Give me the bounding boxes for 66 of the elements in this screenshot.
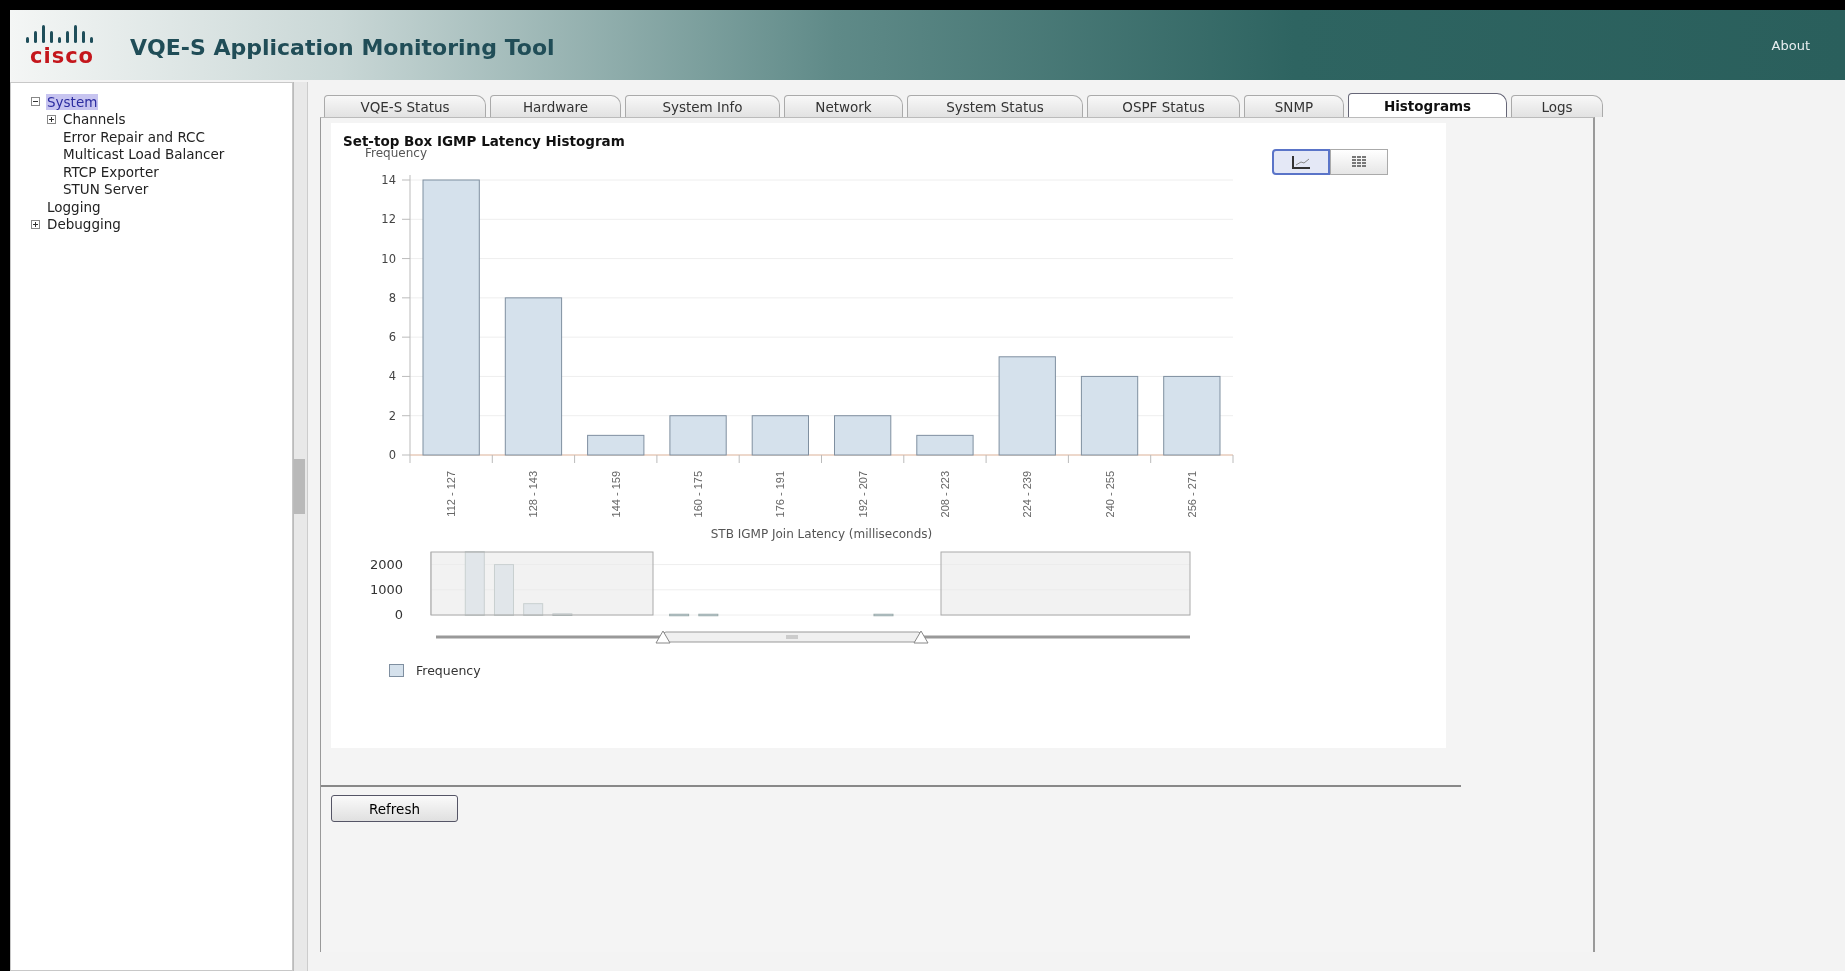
y-tick-label: 14 [381,173,396,187]
collapse-icon[interactable] [31,97,40,107]
x-tick-label: 112 - 127 [445,471,458,517]
tree-item[interactable]: Debugging [46,216,122,233]
x-tick-label: 160 - 175 [692,471,705,518]
tab[interactable]: Histograms [1348,93,1507,117]
grid-icon [1349,155,1369,169]
x-tick-label: 128 - 143 [527,471,540,518]
histogram-bar [751,415,809,456]
overview-bar [873,613,894,617]
overview-bar [669,613,690,617]
legend-label: Frequency [416,663,481,678]
app-title: VQE-S Application Monitoring Tool [130,34,555,60]
x-tick-label: 240 - 255 [1103,471,1116,518]
tree-item[interactable]: Logging [46,198,102,215]
overview-bar [698,613,719,617]
tree-item[interactable]: Multicast Load Balancer [62,146,226,163]
histogram-bar [916,434,974,456]
x-tick-label: 192 - 207 [856,471,869,518]
tree-item[interactable]: RTCP Exporter [62,163,160,180]
chart-title: Set-top Box IGMP Latency Histogram [343,133,626,149]
y-tick-label: 0 [394,607,403,622]
y-tick-label: 2000 [369,556,403,572]
y-axis [430,551,432,616]
tree-item[interactable]: Channels [62,111,127,128]
table-view-button[interactable] [1330,149,1388,175]
x-tick-label: 224 - 239 [1021,471,1034,518]
tab[interactable]: SNMP [1244,95,1344,117]
histogram-bar [669,415,727,456]
histogram-bar [834,415,892,456]
tab[interactable]: System Info [625,95,780,117]
tab[interactable]: System Status [907,95,1083,117]
about-link[interactable]: About [1771,38,1810,53]
tab[interactable]: Network [784,95,903,117]
x-tick-label: 256 - 271 [1185,471,1198,518]
tab[interactable]: Hardware [490,95,621,117]
y-tick-label: 10 [381,251,396,266]
expand-icon[interactable] [31,219,40,229]
tree-item[interactable]: System [46,93,99,110]
y-tick-label: 6 [388,330,396,345]
x-tick-label: 144 - 159 [609,471,622,518]
splitter-handle[interactable] [294,459,305,514]
y-tick-label: 1000 [369,581,403,597]
overview-bar [552,613,573,616]
x-tick-label: 176 - 191 [774,471,787,518]
x-tick-label: 208 - 223 [938,471,951,518]
tree-item[interactable]: STUN Server [62,181,150,198]
y-tick-label: 12 [381,212,396,227]
tab[interactable]: VQE-S Status [324,95,486,117]
histogram-bar [587,434,645,456]
logo-text: cisco [30,45,95,67]
overview-bar [523,603,544,616]
y-tick-label: 2 [388,408,396,423]
tab[interactable]: Logs [1511,95,1603,117]
overview-bar [494,564,514,616]
y-tick-label: 8 [388,290,396,305]
y-tick-label: 0 [388,448,396,462]
tree-item[interactable]: Error Repair and RCC [62,128,206,145]
expand-icon[interactable] [47,114,56,124]
refresh-button[interactable]: Refresh [331,795,458,822]
overview-bar [464,551,485,616]
line-chart-icon [1291,155,1311,169]
chart-view-button[interactable] [1272,149,1330,175]
x-axis-label: STB IGMP Join Latency (milliseconds) [710,527,933,541]
y-tick-label: 4 [388,369,396,384]
tab[interactable]: OSPF Status [1087,95,1240,117]
